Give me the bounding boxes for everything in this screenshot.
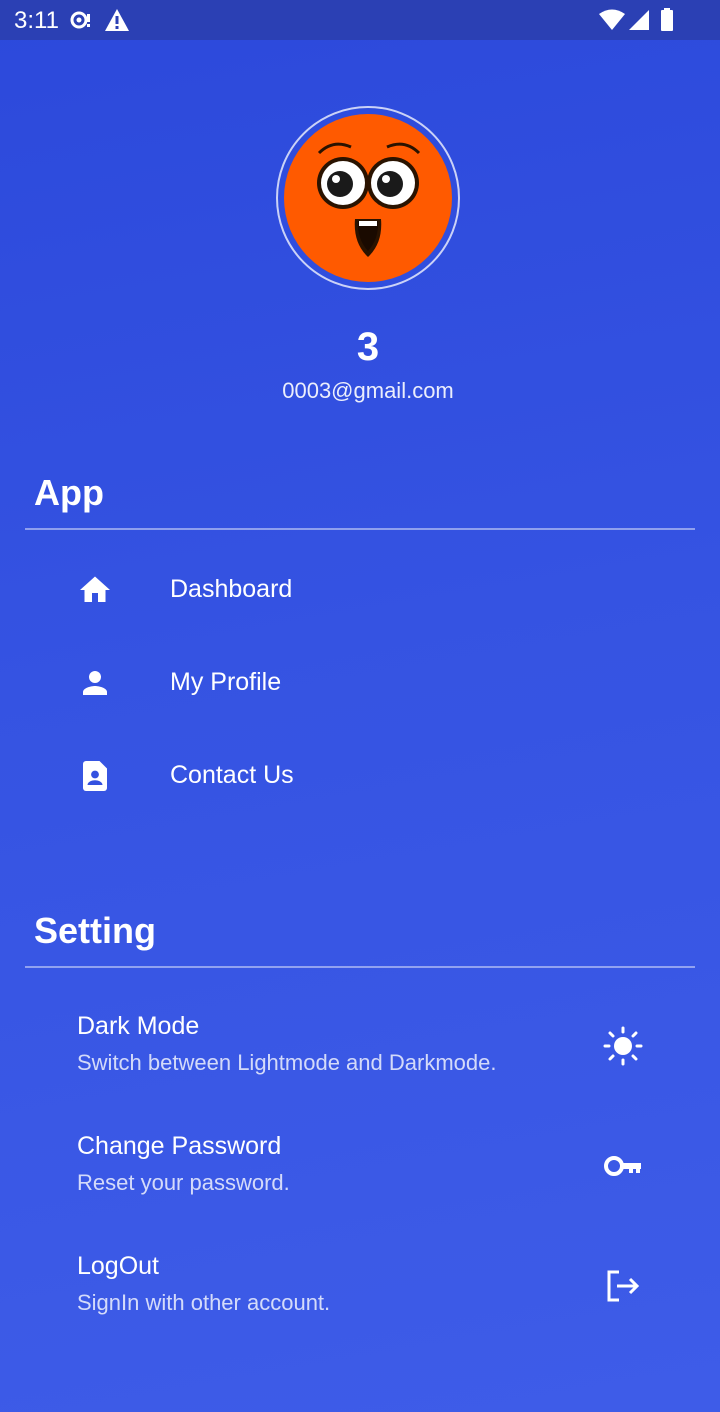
menu-item-label: My Profile xyxy=(170,668,282,696)
setting-item-logout[interactable]: LogOut SignIn with other account. xyxy=(25,1246,695,1356)
section-title-app: App xyxy=(34,472,104,513)
logout-icon[interactable] xyxy=(603,1266,643,1306)
person-icon xyxy=(77,665,113,701)
sun-icon[interactable] xyxy=(603,1026,643,1066)
setting-section-divider xyxy=(25,966,695,968)
key-icon[interactable] xyxy=(603,1146,643,1186)
setting-item-subtitle: Reset your password. xyxy=(77,1170,290,1195)
setting-item-dark-mode[interactable]: Dark Mode Switch between Lightmode and D… xyxy=(25,1006,695,1116)
navigation-drawer: 3:11 3 0003@gmail.com App Dashboard My P… xyxy=(0,0,720,1412)
menu-item-dashboard[interactable]: Dashboard xyxy=(25,545,695,635)
user-email: 0003@gmail.com xyxy=(282,378,454,403)
wifi-icon xyxy=(598,8,626,37)
status-time: 3:11 xyxy=(14,7,59,34)
cell-signal-icon xyxy=(628,8,650,37)
battery-icon xyxy=(660,8,674,37)
app-section-divider xyxy=(25,528,695,530)
user-name: 3 xyxy=(356,325,380,369)
setting-item-title: LogOut xyxy=(77,1252,160,1280)
menu-item-my-profile[interactable]: My Profile xyxy=(25,638,695,728)
menu-item-contact-us[interactable]: Contact Us xyxy=(25,731,695,821)
menu-item-label: Dashboard xyxy=(170,575,293,603)
warning-icon xyxy=(104,8,130,37)
setting-item-subtitle: Switch between Lightmode and Darkmode. xyxy=(77,1050,497,1075)
section-title-setting: Setting xyxy=(34,910,156,951)
avatar[interactable] xyxy=(283,113,453,283)
status-bar: 3:11 xyxy=(0,0,720,40)
setting-item-change-password[interactable]: Change Password Reset your password. xyxy=(25,1126,695,1236)
contact-card-icon xyxy=(77,758,113,794)
home-icon xyxy=(77,572,113,608)
menu-item-label: Contact Us xyxy=(170,761,294,789)
setting-item-title: Dark Mode xyxy=(77,1012,200,1040)
setting-item-subtitle: SignIn with other account. xyxy=(77,1290,331,1315)
setting-item-title: Change Password xyxy=(77,1132,282,1160)
sync-icon xyxy=(68,8,94,37)
